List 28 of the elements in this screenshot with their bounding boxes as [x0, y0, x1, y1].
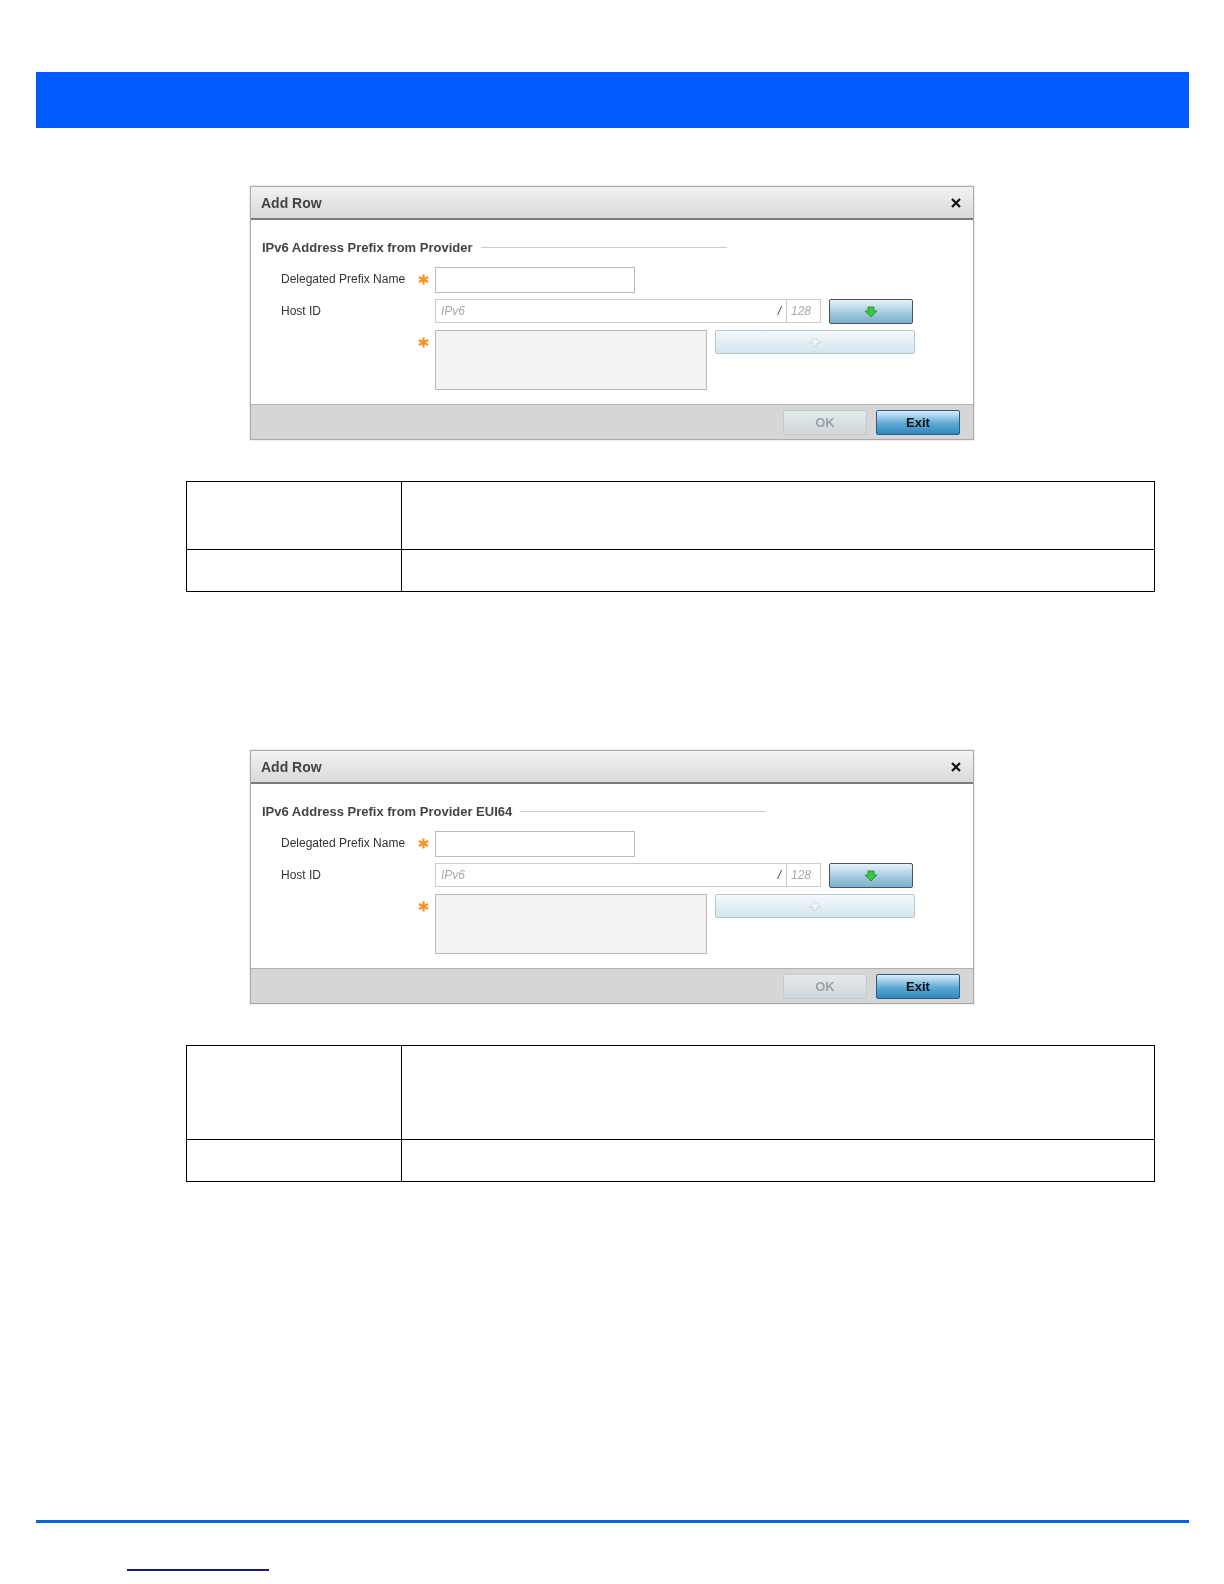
- field-label: Delegated Prefix Name: [281, 271, 407, 286]
- field-label: Host ID: [281, 867, 322, 882]
- section-title: IPv6 Address Prefix from Provider EUI64: [262, 804, 513, 819]
- add-button[interactable]: [829, 863, 913, 888]
- close-icon[interactable]: [951, 761, 961, 772]
- remove-button[interactable]: [715, 330, 915, 354]
- input-field[interactable]: [435, 831, 635, 857]
- down-arrow-icon: [864, 305, 878, 318]
- input-field[interactable]: [435, 267, 635, 293]
- address-field[interactable]: IPv6: [435, 863, 773, 887]
- exit-button[interactable]: Exit: [876, 973, 960, 999]
- down-arrow-icon: [864, 869, 878, 882]
- exit-button[interactable]: Exit: [876, 409, 960, 435]
- dialog-title: Add Row: [261, 758, 322, 775]
- field-label: Host ID: [281, 303, 322, 318]
- prefix-length-field[interactable]: 128: [786, 299, 821, 323]
- address-field[interactable]: IPv6: [435, 299, 773, 323]
- up-arrow-icon: [808, 901, 822, 911]
- prefix-length-field[interactable]: 128: [786, 863, 821, 887]
- up-arrow-icon: [808, 337, 822, 347]
- list-box[interactable]: [435, 330, 707, 390]
- section-title: IPv6 Address Prefix from Provider: [262, 240, 473, 255]
- add-button[interactable]: [829, 299, 913, 324]
- close-icon[interactable]: [951, 197, 961, 208]
- list-box[interactable]: [435, 894, 707, 954]
- remove-button[interactable]: [715, 894, 915, 918]
- field-label: Delegated Prefix Name: [281, 835, 407, 850]
- dialog-title: Add Row: [261, 194, 322, 211]
